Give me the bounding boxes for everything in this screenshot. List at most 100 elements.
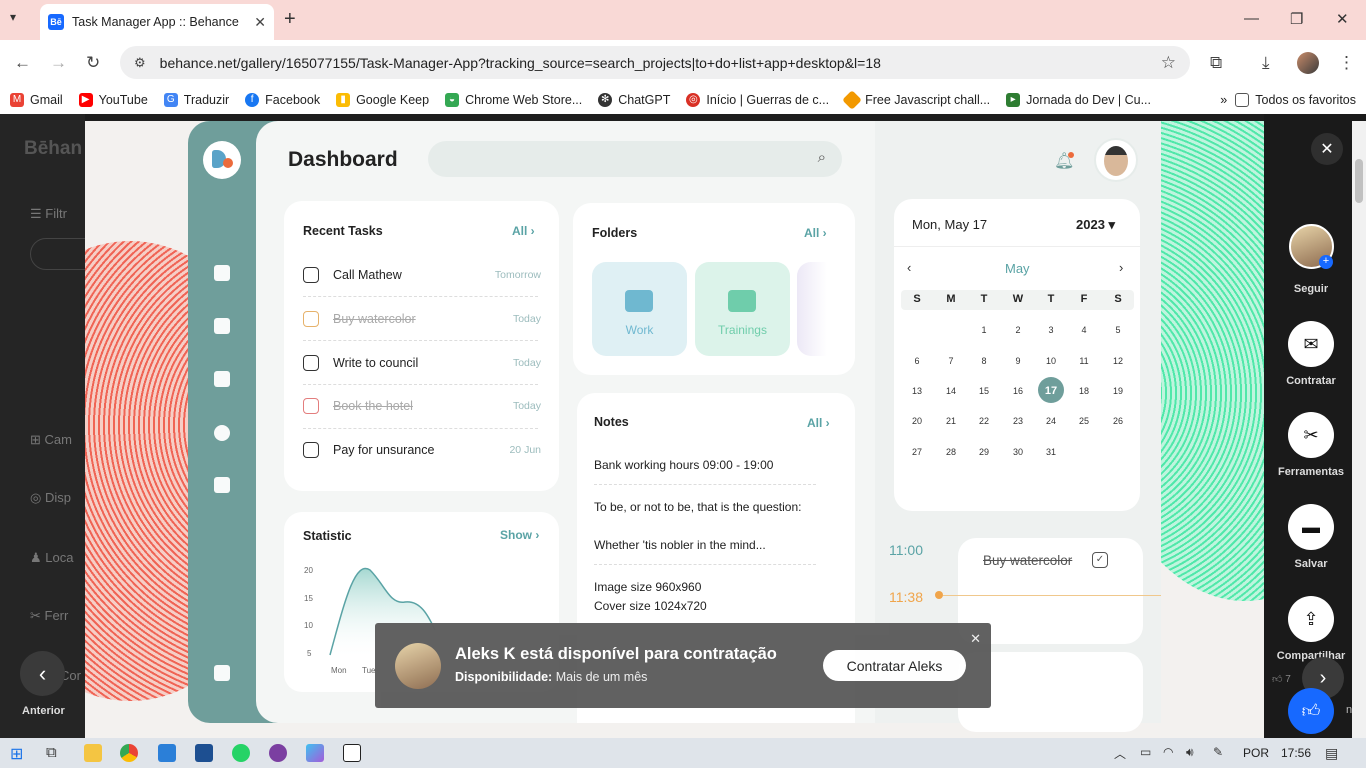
calendar-day[interactable]: 26 bbox=[1103, 416, 1133, 426]
calendar-day[interactable]: 4 bbox=[1069, 325, 1099, 335]
year-select[interactable]: 2023 ▾ bbox=[1076, 217, 1115, 233]
calendar-day[interactable]: 3 bbox=[1036, 325, 1066, 335]
note-text[interactable]: Image size 960x960 bbox=[594, 580, 701, 594]
share-rail-button[interactable]: ⇪ bbox=[1288, 596, 1334, 642]
site-info-icon[interactable]: ⚙ bbox=[134, 55, 146, 71]
bookmark-traduzir[interactable]: G Traduzir bbox=[163, 93, 229, 107]
designer-avatar[interactable] bbox=[395, 643, 441, 689]
bookmark-javascript[interactable]: Free Javascript chall... bbox=[842, 90, 990, 110]
bookmark-guerras[interactable]: ◎ Início | Guerras de c... bbox=[686, 93, 829, 107]
task-row[interactable]: Call Mathew Tomorrow bbox=[303, 267, 541, 283]
calendar-day[interactable]: 16 bbox=[1003, 386, 1033, 396]
extensions-icon[interactable]: ⧉ bbox=[1210, 53, 1222, 73]
filter-item[interactable]: ◎ Disp bbox=[30, 490, 71, 506]
task-checkbox[interactable] bbox=[303, 267, 319, 283]
download-icon[interactable]: ⤓ bbox=[1262, 53, 1270, 73]
url-text[interactable]: behance.net/gallery/165077155/Task-Manag… bbox=[160, 55, 1161, 71]
close-window-icon[interactable]: ✕ bbox=[1336, 10, 1349, 28]
note-text[interactable]: To be, or not to be, that is the questio… bbox=[594, 500, 801, 514]
calendar-day[interactable]: 11 bbox=[1069, 356, 1099, 366]
hire-rail-button[interactable]: ✉ bbox=[1288, 321, 1334, 367]
app-icon[interactable] bbox=[269, 744, 287, 762]
folder-partial[interactable] bbox=[797, 262, 827, 356]
battery-icon[interactable]: ▭ bbox=[1140, 745, 1151, 759]
calendar-day[interactable]: 22 bbox=[969, 416, 999, 426]
vscode-icon[interactable] bbox=[158, 744, 176, 762]
calendar-day[interactable]: 7 bbox=[936, 356, 966, 366]
minimize-icon[interactable]: — bbox=[1244, 10, 1259, 27]
filter-item[interactable]: ✂ Ferr bbox=[30, 608, 68, 624]
app-icon[interactable] bbox=[195, 744, 213, 762]
language-indicator[interactable]: POR bbox=[1243, 746, 1269, 760]
bookmark-youtube[interactable]: ▶ YouTube bbox=[78, 93, 148, 107]
filter-item[interactable]: ⊞ Cam bbox=[30, 432, 72, 448]
restore-icon[interactable]: ❐ bbox=[1290, 10, 1303, 28]
hire-button[interactable]: Contratar Aleks bbox=[823, 650, 966, 681]
appreciate-button[interactable]: 👍︎ bbox=[1288, 688, 1334, 734]
task-checkbox[interactable] bbox=[303, 442, 319, 458]
prev-month-icon[interactable]: ‹ bbox=[907, 260, 911, 275]
statistic-show-link[interactable]: Show › bbox=[500, 528, 539, 542]
menu-kebab-icon[interactable]: ⋮ bbox=[1338, 53, 1355, 73]
user-avatar[interactable] bbox=[1094, 138, 1138, 182]
bookmark-star-icon[interactable]: ☆ bbox=[1161, 53, 1176, 73]
windows-start-icon[interactable]: ⊞ bbox=[10, 744, 23, 764]
notion-icon[interactable] bbox=[343, 744, 361, 762]
calendar-day[interactable]: 2 bbox=[1003, 325, 1033, 335]
note-text[interactable]: Bank working hours 09:00 - 19:00 bbox=[594, 458, 773, 472]
calendar-day[interactable]: 15 bbox=[969, 386, 999, 396]
note-text[interactable]: Cover size 1024x720 bbox=[594, 599, 707, 613]
stats-nav-icon[interactable] bbox=[214, 318, 230, 334]
bookmark-keep[interactable]: ▮ Google Keep bbox=[336, 93, 429, 107]
follow-label[interactable]: Seguir bbox=[1270, 283, 1352, 295]
save-rail-button[interactable]: ▬ bbox=[1288, 504, 1334, 550]
search-input[interactable]: ⌕ bbox=[428, 141, 842, 177]
bookmark-jornada[interactable]: ▸ Jornada do Dev | Cu... bbox=[1006, 93, 1151, 107]
file-explorer-icon[interactable] bbox=[84, 744, 102, 762]
calendar-day[interactable]: 14 bbox=[936, 386, 966, 396]
search-icon[interactable]: ⌕ bbox=[818, 149, 826, 166]
recent-tasks-all-link[interactable]: All › bbox=[512, 224, 535, 238]
selected-day[interactable]: 17 bbox=[1036, 385, 1066, 397]
calendar-day[interactable]: 29 bbox=[969, 447, 999, 457]
bookmark-chatgpt[interactable]: ✻ ChatGPT bbox=[598, 93, 670, 107]
calendar-day[interactable]: 19 bbox=[1103, 386, 1133, 396]
notifications-icon[interactable]: ▤ bbox=[1325, 745, 1338, 762]
logout-nav-icon[interactable] bbox=[214, 665, 230, 681]
calendar-day[interactable]: 28 bbox=[936, 447, 966, 457]
calendar-day[interactable]: 30 bbox=[1003, 447, 1033, 457]
calendar-day[interactable]: 5 bbox=[1103, 325, 1133, 335]
calendar-day[interactable]: 13 bbox=[902, 386, 932, 396]
folders-all-link[interactable]: All › bbox=[804, 226, 827, 240]
address-bar[interactable]: ⚙ behance.net/gallery/165077155/Task-Man… bbox=[120, 46, 1190, 79]
note-text[interactable]: Whether 'tis nobler in the mind... bbox=[594, 538, 766, 552]
task-checkbox-checked[interactable] bbox=[303, 311, 319, 327]
calendar-day[interactable]: 12 bbox=[1103, 356, 1133, 366]
task-row[interactable]: Write to council Today bbox=[303, 355, 541, 371]
scrollbar-thumb[interactable] bbox=[1355, 159, 1363, 203]
all-bookmarks[interactable]: Todos os favoritos bbox=[1235, 93, 1356, 107]
browser-tab[interactable]: Bē Task Manager App :: Behance ✕ bbox=[40, 4, 274, 40]
reload-icon[interactable]: ↻ bbox=[86, 53, 100, 73]
calendar-day[interactable]: 18 bbox=[1069, 386, 1099, 396]
calendar-day[interactable]: 1 bbox=[969, 325, 999, 335]
calendar-day[interactable]: 6 bbox=[902, 356, 932, 366]
more-bookmarks-icon[interactable]: » bbox=[1220, 93, 1227, 107]
wifi-icon[interactable]: ◠ bbox=[1163, 745, 1173, 759]
close-viewer-button[interactable]: ✕ bbox=[1311, 133, 1343, 165]
filter-item[interactable]: ♟ Loca bbox=[30, 550, 73, 566]
tray-chevron-icon[interactable]: ︿ bbox=[1114, 745, 1126, 762]
notes-all-link[interactable]: All › bbox=[807, 416, 830, 430]
task-view-icon[interactable]: ⧉ bbox=[46, 744, 57, 761]
back-icon[interactable]: ← bbox=[14, 53, 31, 73]
calendar-day[interactable]: 8 bbox=[969, 356, 999, 366]
tasks-nav-icon[interactable] bbox=[214, 265, 230, 281]
chrome-icon[interactable] bbox=[120, 744, 138, 762]
volume-icon[interactable]: 🔊︎ bbox=[1186, 745, 1194, 760]
forward-icon[interactable]: → bbox=[50, 53, 67, 73]
task-checkbox[interactable] bbox=[303, 355, 319, 371]
close-toast-icon[interactable]: ✕ bbox=[970, 631, 981, 647]
notes-nav-icon[interactable] bbox=[214, 371, 230, 387]
scrollbar[interactable] bbox=[1352, 121, 1366, 738]
calendar-day[interactable]: 25 bbox=[1069, 416, 1099, 426]
